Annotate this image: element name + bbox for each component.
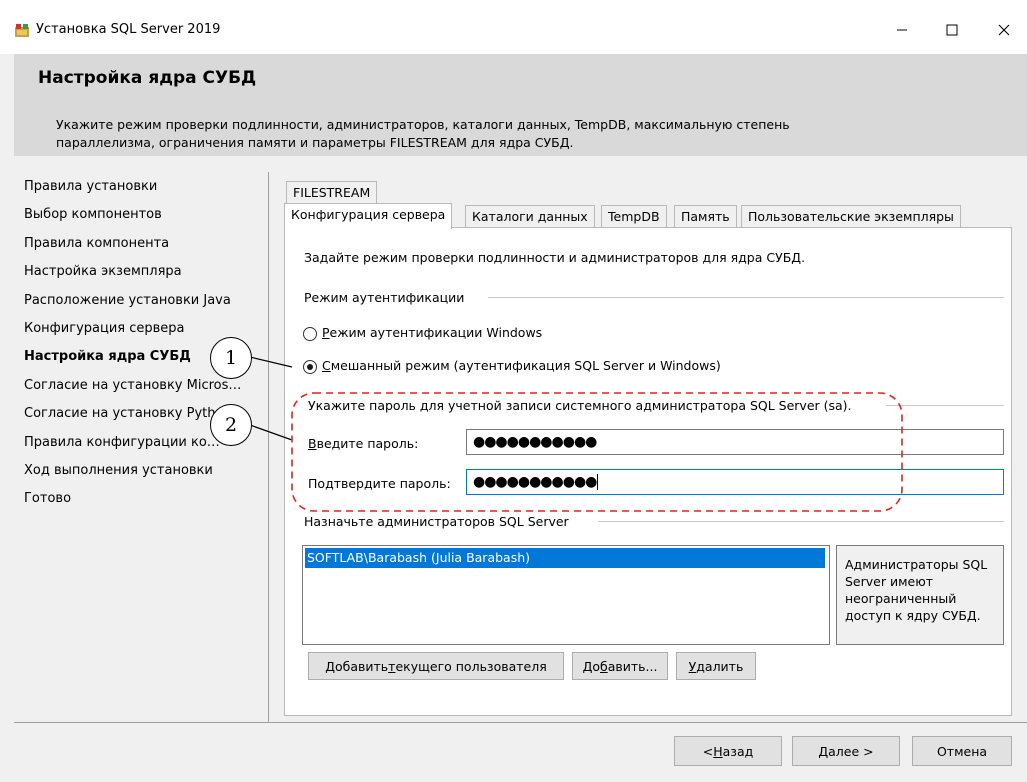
auth-group-label: Режим аутентификации bbox=[304, 290, 465, 305]
page-title: Настройка ядра СУБД bbox=[38, 68, 257, 88]
auth-group-line bbox=[488, 297, 1004, 298]
maximize-button[interactable] bbox=[930, 12, 974, 48]
page-description: Укажите режим проверки подлинности, адми… bbox=[56, 117, 790, 150]
step-item[interactable]: Расположение установки Java bbox=[24, 290, 264, 318]
radio-mixed-mode-label[interactable]: Смешанный режим (аутентификация SQL Serv… bbox=[322, 358, 721, 373]
add-button[interactable]: До б авить... bbox=[572, 652, 668, 680]
password-group-line bbox=[886, 405, 1004, 406]
page-header: Настройка ядра СУБД Укажите режим провер… bbox=[14, 54, 1027, 156]
panel-intro: Задайте режим проверки подлинности и адм… bbox=[304, 250, 806, 265]
cancel-button[interactable]: Отмена bbox=[912, 736, 1012, 766]
step-item[interactable]: Выбор компонентов bbox=[24, 204, 264, 232]
admins-listbox[interactable]: SOFTLAB\Barabash (Julia Barabash) bbox=[302, 545, 830, 645]
window-title: Установка SQL Server 2019 bbox=[36, 22, 221, 37]
password-group-label: Укажите пароль для учетной записи систем… bbox=[308, 398, 852, 413]
admins-group-line bbox=[598, 521, 1004, 522]
radio-windows-auth[interactable] bbox=[303, 327, 317, 341]
admin-list-item[interactable]: SOFTLAB\Barabash (Julia Barabash) bbox=[305, 548, 825, 568]
tab-user-instances[interactable]: Пользовательские экземпляры bbox=[741, 205, 961, 228]
tab-filestream[interactable]: FILESTREAM bbox=[286, 181, 378, 204]
password-input[interactable]: ●●●●●●●●●●● bbox=[466, 429, 1004, 455]
callout-2: 2 bbox=[210, 404, 252, 446]
next-button[interactable]: Далее > bbox=[792, 736, 900, 766]
step-item[interactable]: Настройка экземпляра bbox=[24, 261, 264, 289]
admins-group-label: Назначьте администраторов SQL Server bbox=[304, 514, 569, 529]
footer-divider bbox=[14, 722, 1027, 723]
admins-info-box: Администраторы SQL Server имеют неограни… bbox=[836, 545, 1004, 645]
minimize-icon bbox=[897, 29, 907, 31]
step-item[interactable]: Правила компонента bbox=[24, 233, 264, 261]
text-caret bbox=[597, 474, 599, 490]
step-item[interactable]: Правила установки bbox=[24, 176, 264, 204]
radio-windows-auth-label[interactable]: Режим аутентификации Windows bbox=[322, 325, 542, 340]
back-button[interactable]: < Назад bbox=[674, 736, 782, 766]
close-button[interactable] bbox=[982, 12, 1026, 48]
add-current-user-button[interactable]: Добавить т екущего пользователя bbox=[308, 652, 564, 680]
confirm-password-label: Подтвердите пароль: bbox=[308, 476, 451, 491]
remove-button[interactable]: Удалить bbox=[676, 652, 756, 680]
minimize-button[interactable] bbox=[880, 12, 924, 48]
radio-mixed-mode[interactable] bbox=[303, 360, 317, 374]
radio-selected-dot bbox=[307, 364, 313, 370]
tab-memory[interactable]: Память bbox=[674, 205, 737, 228]
confirm-password-input[interactable]: ●●●●●●●●●●● bbox=[466, 469, 1004, 495]
step-item[interactable]: Готово bbox=[24, 488, 264, 516]
callout-1: 1 bbox=[210, 337, 252, 379]
tab-tempdb[interactable]: TempDB bbox=[601, 205, 667, 228]
tab-data-directories[interactable]: Каталоги данных bbox=[465, 205, 595, 228]
maximize-icon bbox=[946, 24, 958, 36]
step-item[interactable]: Ход выполнения установки bbox=[24, 460, 264, 488]
title-bar: Установка SQL Server 2019 bbox=[0, 0, 1027, 54]
sql-setup-icon bbox=[15, 24, 29, 37]
step-item[interactable]: Согласие на установку Micros… bbox=[24, 375, 264, 403]
tab-server-configuration[interactable]: Конфигурация сервера bbox=[284, 203, 453, 229]
vertical-divider bbox=[268, 172, 269, 722]
close-icon bbox=[998, 24, 1010, 36]
setup-window: Установка SQL Server 2019 Настройка ядра… bbox=[0, 0, 1027, 782]
password-label: Введите пароль: bbox=[308, 436, 419, 451]
